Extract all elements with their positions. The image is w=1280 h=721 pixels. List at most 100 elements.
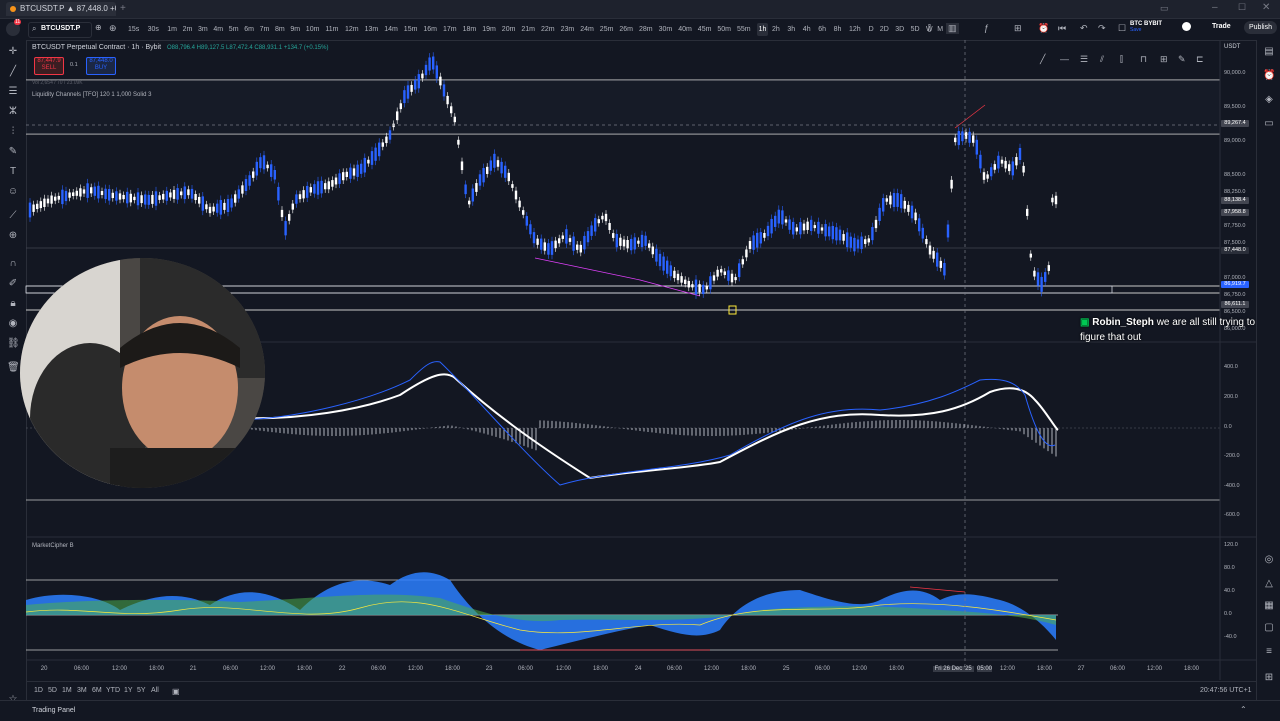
- range-3M[interactable]: 3M: [77, 687, 87, 694]
- time-label: 06:00: [815, 666, 831, 672]
- candle: [493, 153, 496, 168]
- buy-button[interactable]: 87,448.0 BUY: [86, 57, 116, 75]
- candle: [644, 235, 647, 246]
- candle: [1033, 270, 1036, 277]
- candle: [680, 276, 683, 283]
- measure-tool-icon[interactable]: ⊓: [1140, 54, 1147, 65]
- trading-panel-tab[interactable]: Trading Panel: [32, 707, 75, 714]
- time-label: 23: [485, 666, 493, 672]
- candle: [356, 164, 359, 177]
- time-label: 25: [782, 666, 790, 672]
- candle: [1051, 197, 1054, 203]
- collapse-panel-icon[interactable]: ⌃: [1240, 705, 1247, 714]
- candle: [72, 192, 75, 197]
- candle: [950, 179, 953, 189]
- range-5D[interactable]: 5D: [48, 687, 57, 694]
- candle: [349, 167, 352, 179]
- candle: [795, 227, 798, 232]
- candle: [471, 188, 474, 202]
- candle: [298, 194, 302, 200]
- candle: [104, 188, 107, 200]
- candle: [608, 222, 611, 231]
- candle: [435, 65, 438, 79]
- currency-selector[interactable]: USDT: [1224, 44, 1240, 50]
- candle: [630, 238, 633, 251]
- candle: [648, 243, 651, 248]
- range-6M[interactable]: 6M: [92, 687, 102, 694]
- symbol-title[interactable]: BTCUSDT Perpetual Contract · 1h · Bybit: [32, 44, 161, 51]
- candle: [694, 279, 698, 295]
- macd-label: 400.0: [1224, 364, 1238, 370]
- indicator-liquidity-channels[interactable]: Liquidity Channels [TFO] 120 1 1,000 Sol…: [32, 92, 151, 98]
- indicator-marketcipher[interactable]: MarketCipher B: [32, 543, 74, 549]
- candle: [115, 191, 118, 201]
- candle: [824, 224, 827, 237]
- mcb-label: 80.0: [1224, 565, 1235, 571]
- position-tool-icon[interactable]: ⫿: [1120, 54, 1123, 65]
- time-label: 18:00: [297, 666, 313, 672]
- range-YTD[interactable]: YTD: [106, 687, 120, 694]
- candle: [1026, 208, 1029, 216]
- hline-tool-icon[interactable]: —: [1060, 54, 1069, 64]
- candle: [990, 167, 993, 177]
- candle: [158, 195, 161, 200]
- candle: [712, 275, 716, 281]
- grid-tool-icon[interactable]: ⊞: [1160, 54, 1168, 65]
- candle: [756, 232, 759, 248]
- line-tool-icon[interactable]: ╱: [1040, 54, 1045, 65]
- candle: [262, 155, 266, 170]
- candle: [828, 226, 831, 237]
- time-label: 21: [189, 666, 197, 672]
- fib-tool-icon[interactable]: ☰: [1080, 54, 1088, 65]
- candle: [748, 241, 752, 249]
- candle: [79, 188, 82, 197]
- range-1D[interactable]: 1D: [34, 687, 43, 694]
- candle: [615, 233, 618, 248]
- price-tag: 89,267.4: [1221, 120, 1249, 127]
- rect-tool-icon[interactable]: ⊏: [1196, 54, 1204, 65]
- candle: [997, 155, 1000, 169]
- clock[interactable]: 20:47:56 UTC+1: [1200, 687, 1252, 694]
- candle: [633, 237, 636, 250]
- candle: [432, 56, 435, 70]
- candle: [442, 84, 446, 97]
- range-1Y[interactable]: 1Y: [124, 687, 133, 694]
- candle: [550, 241, 554, 255]
- candle: [770, 218, 773, 234]
- date-range-icon[interactable]: ▣: [172, 687, 180, 696]
- channel-tool-icon[interactable]: ⫽: [1100, 54, 1104, 65]
- candle: [309, 187, 312, 193]
- candle: [478, 174, 482, 186]
- candle: [889, 195, 892, 205]
- candle: [57, 195, 60, 200]
- candle: [687, 280, 690, 288]
- candle: [392, 123, 395, 128]
- candle: [946, 224, 950, 238]
- candle: [270, 164, 273, 177]
- time-label: 22: [338, 666, 346, 672]
- candle: [954, 137, 957, 143]
- range-5Y[interactable]: 5Y: [137, 687, 146, 694]
- candle: [291, 203, 294, 210]
- candle: [180, 191, 183, 196]
- price-tag: 86,919.7: [1221, 281, 1249, 288]
- candle: [723, 271, 726, 275]
- candle: [925, 239, 928, 245]
- time-label: 18:00: [1184, 666, 1200, 672]
- candle: [496, 160, 500, 167]
- pen-tool-icon[interactable]: ✎: [1178, 54, 1186, 65]
- candle: [939, 260, 942, 268]
- candle: [118, 193, 122, 200]
- candle: [151, 194, 154, 204]
- range-1M[interactable]: 1M: [62, 687, 72, 694]
- candle: [320, 180, 323, 194]
- candle: [892, 193, 896, 207]
- candle: [417, 74, 420, 89]
- sell-button[interactable]: 87,447.9 SELL: [34, 57, 64, 75]
- candle: [572, 236, 575, 251]
- candle: [525, 216, 528, 226]
- range-All[interactable]: All: [151, 687, 159, 694]
- candle: [676, 273, 680, 281]
- candle: [172, 189, 176, 199]
- buy-price: 87,448.0: [89, 58, 113, 64]
